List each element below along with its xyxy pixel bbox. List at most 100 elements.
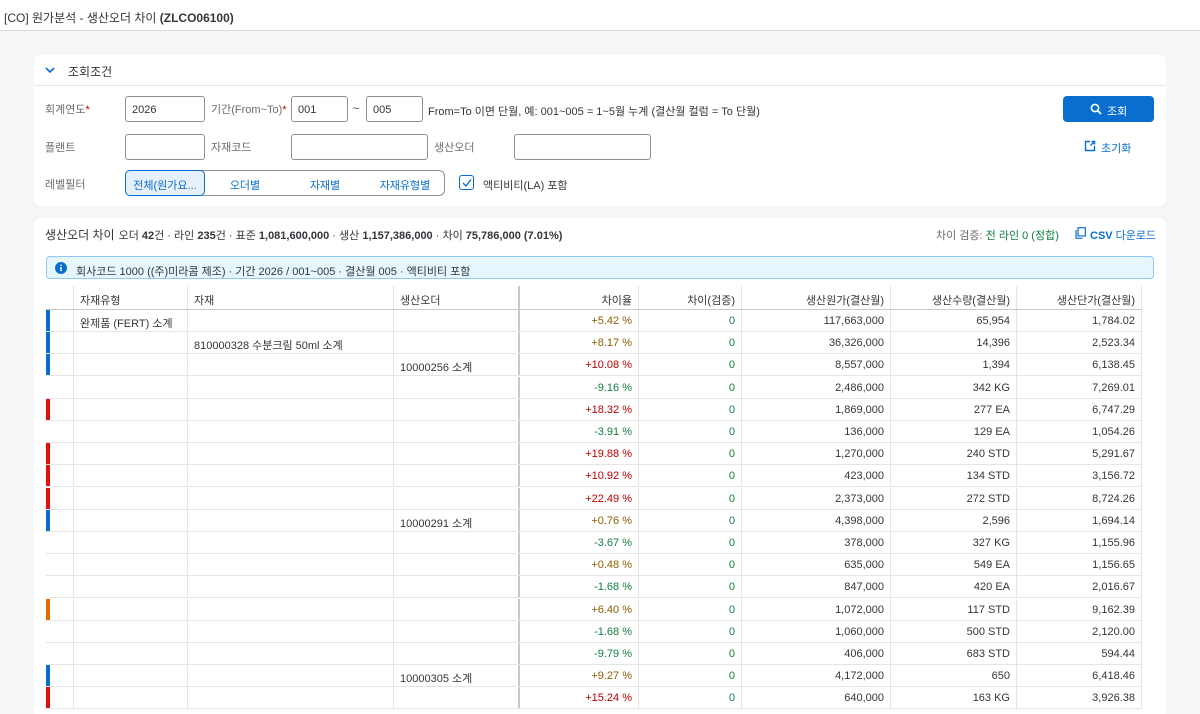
- cell-unit-price: 1,784.02: [1017, 310, 1142, 331]
- segment-material[interactable]: 자재별: [285, 171, 365, 195]
- table-row[interactable]: +19.88 % 0 1,270,000 240 STD 5,291.67: [46, 443, 1142, 466]
- cell-material-type: [74, 620, 188, 642]
- table-row[interactable]: -9.79 % 0 406,000 683 STD 594.44: [46, 643, 1142, 665]
- table-row[interactable]: -1.68 % 0 847,000 420 EA 2,016.67: [46, 576, 1142, 599]
- status-marker: [46, 598, 50, 620]
- cell-order: [394, 687, 520, 709]
- cell-material: [188, 376, 394, 398]
- table-row[interactable]: +15.24 % 0 640,000 163 KG 3,926.38: [46, 687, 1142, 710]
- segment-order[interactable]: 오더별: [205, 171, 285, 195]
- search-button[interactable]: 조회: [1063, 96, 1154, 122]
- cell-material-type: [74, 554, 188, 576]
- cell-qty: 117 STD: [891, 598, 1017, 620]
- cell-check: 0: [639, 532, 742, 553]
- chevron-down-icon[interactable]: [45, 65, 55, 75]
- activity-checkbox-label: 액티비티(LA) 포함: [483, 180, 568, 192]
- cell-qty: 2,596: [891, 509, 1017, 531]
- cell-material-type: [74, 443, 188, 465]
- cell-material: [188, 443, 394, 465]
- column-header-check[interactable]: 차이(검증): [639, 286, 742, 309]
- segment-material-type[interactable]: 자재유형별: [365, 171, 445, 195]
- row-marker-cell: [46, 576, 74, 598]
- cell-qty: 272 STD: [891, 487, 1017, 509]
- row-marker-cell: [46, 620, 74, 642]
- row-marker-cell: [46, 509, 74, 531]
- column-header-order[interactable]: 생산오더: [394, 286, 520, 309]
- cell-order: [394, 598, 520, 620]
- cell-check: 0: [639, 465, 742, 487]
- cell-qty: 65,954: [891, 310, 1017, 331]
- cell-material: [188, 509, 394, 531]
- table-row[interactable]: -3.91 % 0 136,000 129 EA 1,054.26: [46, 421, 1142, 443]
- cell-material-type: [74, 532, 188, 553]
- cell-cost: 1,869,000: [742, 398, 891, 420]
- cell-cost: 640,000: [742, 687, 891, 709]
- cell-unit-price: 1,054.26: [1017, 421, 1142, 442]
- table-row[interactable]: +18.32 % 0 1,869,000 277 EA 6,747.29: [46, 398, 1142, 421]
- fiscal-year-input[interactable]: 2026: [125, 96, 205, 122]
- activity-checkbox[interactable]: [459, 175, 474, 190]
- cell-qty: 163 KG: [891, 687, 1017, 709]
- column-header-cost[interactable]: 생산원가(결산월): [742, 286, 891, 309]
- segment-all[interactable]: 전체(원가요...: [125, 170, 205, 196]
- order-input[interactable]: [514, 134, 651, 160]
- table-row[interactable]: 완제품 (FERT) 소계 +5.42 % 0 117,663,000 65,954 1,…: [46, 310, 1142, 332]
- cell-qty: 14,396: [891, 332, 1017, 354]
- table-row[interactable]: +22.49 % 0 2,373,000 272 STD 8,724.26: [46, 487, 1142, 510]
- row-marker-cell: [46, 443, 74, 465]
- cell-cost: 36,326,000: [742, 332, 891, 354]
- row-marker-cell: [46, 487, 74, 509]
- table-row[interactable]: 810000328 수분크림 50ml 소계 +8.17 % 0 36,326,000…: [46, 332, 1142, 355]
- table-row[interactable]: +0.48 % 0 635,000 549 EA 1,156.65: [46, 554, 1142, 577]
- cell-material: [188, 576, 394, 598]
- period-label: 기간(From~To)*: [211, 104, 287, 116]
- plant-input[interactable]: [125, 134, 205, 160]
- level-filter-label: 레벨필터: [45, 179, 86, 191]
- shell-bar: [CO] 원가분석 - 생산오더 차이 (ZLCO06100): [0, 0, 1200, 31]
- info-icon: [55, 262, 67, 274]
- table-row[interactable]: -1.68 % 0 1,060,000 500 STD 2,120.00: [46, 620, 1142, 643]
- cell-material-type: [74, 376, 188, 398]
- cell-cost: 2,373,000: [742, 487, 891, 509]
- cell-cost: 8,557,000: [742, 354, 891, 376]
- cell-cost: 406,000: [742, 643, 891, 664]
- column-header-unit-price[interactable]: 생산단가(결산월): [1017, 286, 1142, 309]
- cell-cost: 1,270,000: [742, 443, 891, 465]
- table-row[interactable]: 10000256 소계 +10.08 % 0 8,557,000 1,394 6,138.…: [46, 354, 1142, 377]
- cell-check: 0: [639, 576, 742, 598]
- table-row[interactable]: +6.40 % 0 1,072,000 117 STD 9,162.39: [46, 598, 1142, 621]
- cell-unit-price: 6,747.29: [1017, 398, 1142, 420]
- column-header-rate[interactable]: 차이율: [520, 286, 639, 309]
- result-panel: 생산오더 차이 오더 42건 · 라인 235건 · 표준 1,081,600,0…: [34, 218, 1166, 714]
- cell-material-type: [74, 576, 188, 598]
- cell-qty: 342 KG: [891, 376, 1017, 398]
- cell-cost: 136,000: [742, 421, 891, 442]
- row-marker-cell: [46, 643, 74, 664]
- cell-material-type: [74, 421, 188, 442]
- cell-unit-price: 5,291.67: [1017, 443, 1142, 465]
- cell-cost: 423,000: [742, 465, 891, 487]
- cell-check: 0: [639, 443, 742, 465]
- column-header-qty[interactable]: 생산수량(결산월): [891, 286, 1017, 309]
- period-from-input[interactable]: 001: [291, 96, 348, 122]
- cell-check: 0: [639, 665, 742, 687]
- filter-panel: 조회조건 회계연도* 2026 기간(From~To)* 001 ~ 005 F…: [34, 55, 1166, 206]
- status-marker: [46, 487, 50, 509]
- period-to-input[interactable]: 005: [366, 96, 423, 122]
- cell-material-type: [74, 487, 188, 509]
- app-title: [CO] 원가분석 - 생산오더 차이 (ZLCO06100): [4, 11, 234, 25]
- table-row[interactable]: 10000291 소계 +0.76 % 0 4,398,000 2,596 1,694.1…: [46, 509, 1142, 532]
- row-marker-cell: [46, 332, 74, 354]
- filter-header[interactable]: 조회조건: [34, 55, 1166, 86]
- table-row[interactable]: 10000305 소계 +9.27 % 0 4,172,000 650 6,418.46: [46, 665, 1142, 688]
- status-marker: [46, 332, 50, 354]
- table-row[interactable]: -9.16 % 0 2,486,000 342 KG 7,269.01: [46, 376, 1142, 399]
- table-row[interactable]: +10.92 % 0 423,000 134 STD 3,156.72: [46, 465, 1142, 488]
- row-marker-cell: [46, 310, 74, 331]
- cell-rate: -3.67 %: [520, 532, 639, 553]
- material-input[interactable]: [291, 134, 428, 160]
- table-row[interactable]: -3.67 % 0 378,000 327 KG 1,155.96: [46, 532, 1142, 554]
- column-header-material-type[interactable]: 자재유형: [74, 286, 188, 309]
- column-header-material[interactable]: 자재: [188, 286, 394, 309]
- cell-qty: 683 STD: [891, 643, 1017, 664]
